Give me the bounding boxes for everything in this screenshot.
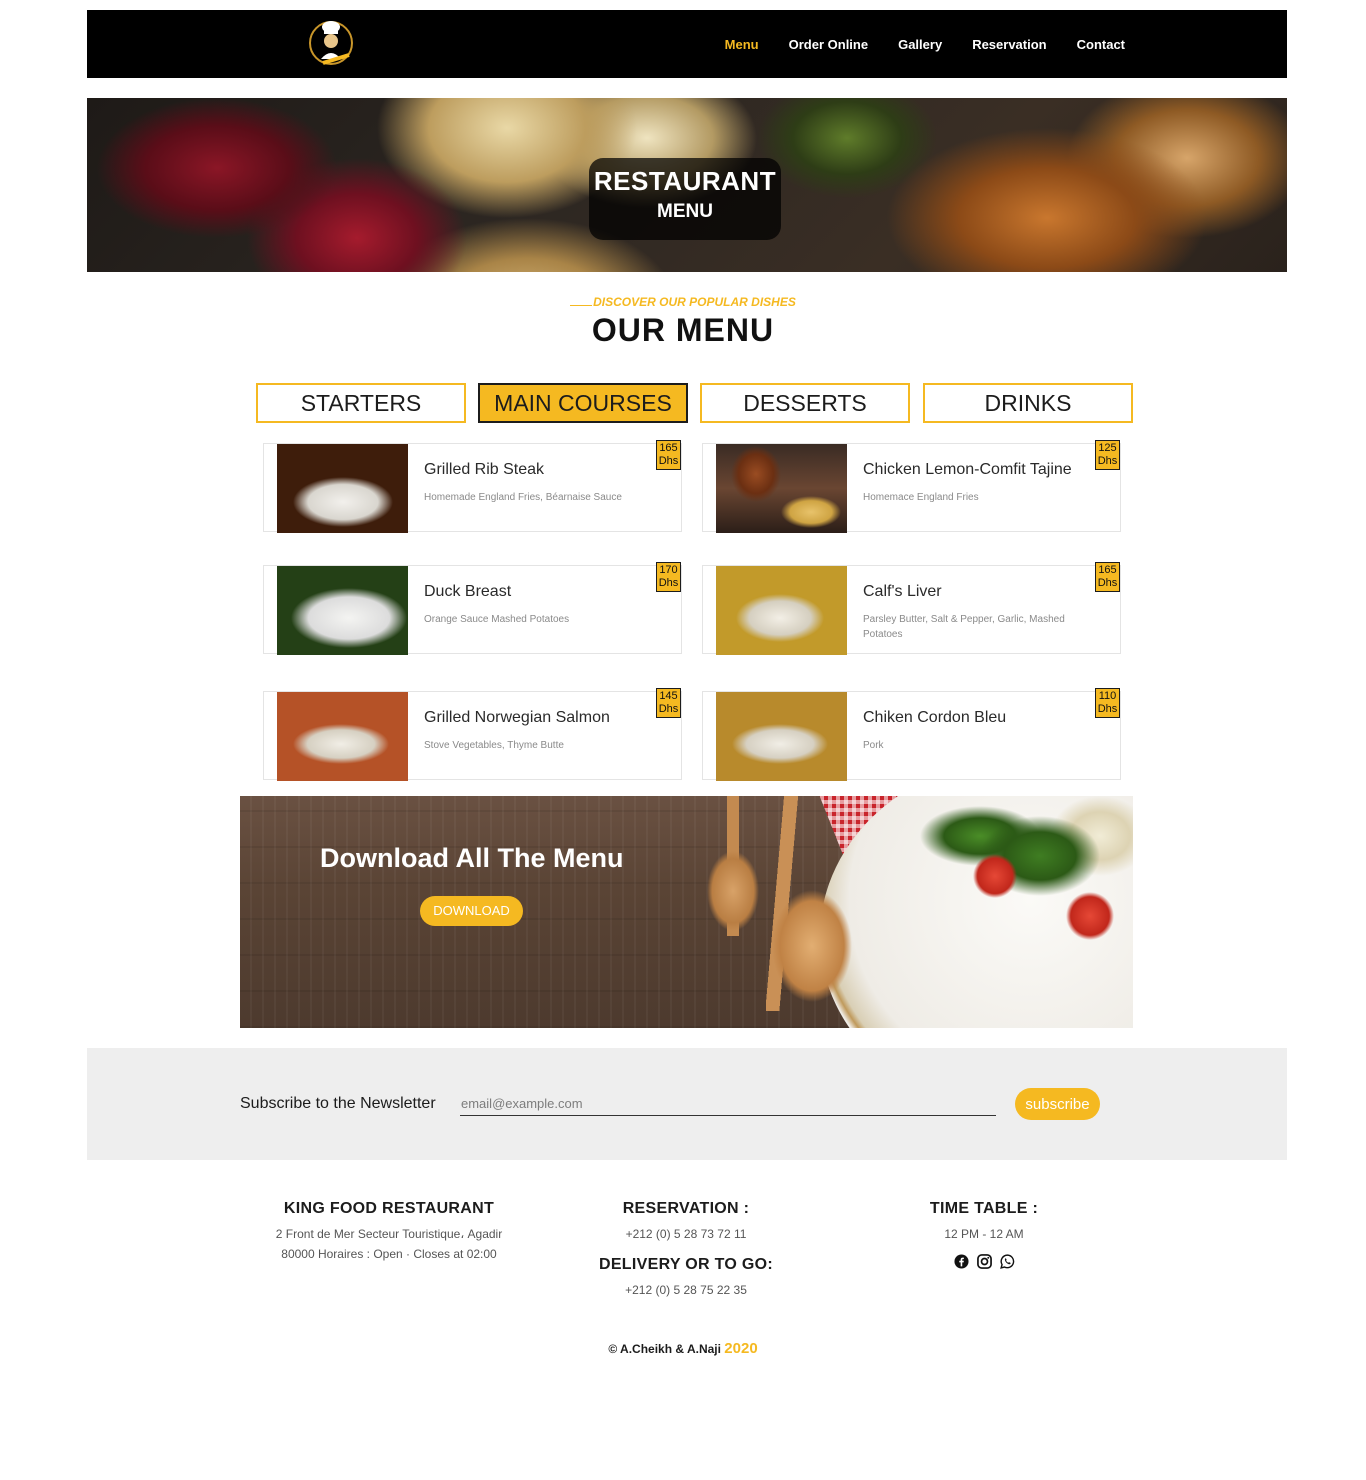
dish-name: Duck Breast	[424, 583, 512, 600]
dish-image	[277, 444, 408, 533]
hero-title: RESTAURANT	[593, 166, 777, 196]
dish-price: 165	[1098, 564, 1117, 576]
dish-price-unit: Dhs	[1097, 577, 1118, 589]
tab-main-courses[interactable]: MAIN COURSES	[478, 383, 688, 423]
hero-subtitle: MENU	[657, 201, 713, 222]
footer-delivery-phone[interactable]: +212 (0) 5 28 75 22 35	[572, 1280, 800, 1300]
copyright: © A.Cheikh & A.Naji 2020	[0, 1340, 1366, 1357]
dish-image	[716, 444, 847, 533]
newsletter-email-input[interactable]	[460, 1092, 996, 1116]
dish-card[interactable]: Grilled Norwegian Salmon Stove Vegetable…	[263, 688, 682, 781]
copyright-year: 2020	[724, 1340, 758, 1357]
dish-price-unit: Dhs	[1097, 455, 1118, 467]
king-food-logo[interactable]	[309, 15, 355, 71]
dish-price-badge: 165 Dhs	[656, 440, 681, 470]
facebook-icon[interactable]	[953, 1254, 969, 1269]
dish-price-badge: 110 Dhs	[1095, 688, 1120, 718]
footer-timetable-hours: 12 PM - 12 AM	[944, 1227, 1024, 1241]
dish-description: Pork	[863, 740, 884, 751]
wooden-spoon-image	[703, 796, 763, 936]
dish-name: Grilled Rib Steak	[424, 461, 545, 478]
dish-card[interactable]: Chiken Cordon Bleu Pork 110 Dhs	[702, 688, 1121, 781]
dish-name: Chiken Cordon Bleu	[863, 709, 1007, 726]
nav-gallery-link[interactable]: Gallery	[898, 37, 942, 52]
download-title: Download All The Menu	[320, 843, 624, 873]
footer-hours-line: 80000 Horaires : Open · Closes at 02:00	[281, 1247, 497, 1261]
footer-reservation-title: RESERVATION :	[622, 1200, 750, 1217]
tab-desserts[interactable]: DESSERTS	[700, 383, 910, 423]
download-button[interactable]: DOWNLOAD	[420, 896, 523, 926]
social-links	[884, 1254, 1084, 1269]
dish-price: 110	[1098, 690, 1117, 702]
dish-description: Parsley Butter, Salt & Pepper, Garlic, M…	[863, 614, 1065, 640]
footer-delivery-title: DELIVERY OR TO GO:	[598, 1256, 774, 1273]
footer-timetable: TIME TABLE : 12 PM - 12 AM	[884, 1200, 1084, 1269]
dish-description: Homemade England Fries, Béarnaise Sauce	[424, 492, 622, 503]
dish-price-unit: Dhs	[658, 577, 679, 589]
kicker-line	[570, 305, 593, 306]
dish-card[interactable]: Calf's Liver Parsley Butter, Salt & Pepp…	[702, 562, 1121, 655]
dish-description: Orange Sauce Mashed Potatoes	[424, 614, 570, 625]
salad-greens-image	[920, 796, 1133, 946]
dish-price: 125	[1098, 442, 1117, 454]
dish-image	[716, 566, 847, 655]
instagram-icon[interactable]	[976, 1254, 992, 1269]
subscribe-button[interactable]: subscribe	[1015, 1088, 1100, 1120]
dish-price: 165	[659, 442, 678, 454]
dish-price-unit: Dhs	[1097, 703, 1118, 715]
whatsapp-icon[interactable]	[999, 1254, 1015, 1269]
nav-menu-link[interactable]: Menu	[725, 37, 759, 52]
dish-card[interactable]: Duck Breast Orange Sauce Mashed Potatoes…	[263, 562, 682, 655]
main-nav: Menu Order Online Gallery Reservation Co…	[725, 10, 1125, 78]
dish-image	[277, 566, 408, 655]
dish-image	[716, 692, 847, 781]
dish-card[interactable]: Chicken Lemon-Comfit Tajine Homemace Eng…	[702, 440, 1121, 533]
menu-kicker: DISCOVER OUR POPULAR DISHES	[0, 295, 1366, 309]
nav-order-online-link[interactable]: Order Online	[789, 37, 868, 52]
dish-image	[277, 692, 408, 781]
footer-contact-info: RESERVATION : +212 (0) 5 28 73 72 11 DEL…	[572, 1200, 800, 1300]
newsletter-section: Subscribe to the Newsletter subscribe	[87, 1048, 1287, 1160]
dish-name: Calf's Liver	[863, 583, 942, 600]
nav-contact-link[interactable]: Contact	[1077, 37, 1125, 52]
footer-restaurant-title: KING FOOD RESTAURANT	[283, 1200, 495, 1217]
footer-timetable-title: TIME TABLE :	[929, 1200, 1039, 1217]
dish-name: Grilled Norwegian Salmon	[424, 709, 610, 726]
dish-description: Homemace England Fries	[863, 492, 979, 503]
dish-price: 145	[659, 690, 678, 702]
dish-price-badge: 145 Dhs	[656, 688, 681, 718]
copyright-text: © A.Cheikh & A.Naji	[608, 1342, 721, 1356]
menu-kicker-text: DISCOVER OUR POPULAR DISHES	[593, 295, 796, 309]
site-header: Menu Order Online Gallery Reservation Co…	[87, 10, 1287, 78]
download-menu-banner: Download All The Menu DOWNLOAD	[240, 796, 1133, 1028]
dish-price-badge: 170 Dhs	[656, 562, 681, 592]
menu-title: OUR MENU	[591, 312, 775, 348]
wooden-spoon-image	[766, 796, 866, 1011]
footer-reservation-phone[interactable]: +212 (0) 5 28 73 72 11	[572, 1224, 800, 1244]
dish-card[interactable]: Grilled Rib Steak Homemade England Fries…	[263, 440, 682, 533]
footer-restaurant-info: KING FOOD RESTAURANT 2 Front de Mer Sect…	[240, 1200, 538, 1264]
hero-title-badge: RESTAURANT MENU	[589, 158, 781, 240]
menu-tabs: STARTERS MAIN COURSES DESSERTS DRINKS	[256, 383, 1133, 423]
dish-price-badge: 165 Dhs	[1095, 562, 1120, 592]
dish-price-badge: 125 Dhs	[1095, 440, 1120, 470]
dish-price-unit: Dhs	[658, 455, 679, 467]
nav-reservation-link[interactable]: Reservation	[972, 37, 1046, 52]
dish-price-unit: Dhs	[658, 703, 679, 715]
newsletter-label: Subscribe to the Newsletter	[240, 1095, 436, 1112]
dish-name: Chicken Lemon-Comfit Tajine	[863, 461, 1072, 478]
tab-drinks[interactable]: DRINKS	[923, 383, 1133, 423]
dish-description: Stove Vegetables, Thyme Butte	[424, 740, 564, 751]
tab-starters[interactable]: STARTERS	[256, 383, 466, 423]
hero-banner: RESTAURANT MENU	[87, 98, 1287, 272]
dish-price: 170	[659, 564, 678, 576]
footer-address-line: 2 Front de Mer Secteur Touristique، Agad…	[275, 1227, 503, 1241]
